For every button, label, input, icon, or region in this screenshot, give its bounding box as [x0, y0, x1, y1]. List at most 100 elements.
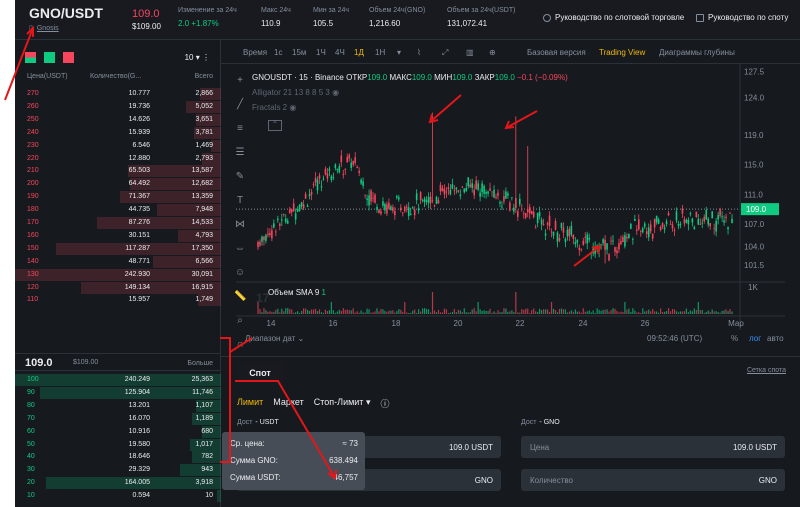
bid-row[interactable]: 70 16.070 1,189: [15, 412, 221, 425]
tf-1d[interactable]: 1Д: [354, 48, 364, 57]
bid-row[interactable]: 30 29.329 943: [15, 464, 221, 477]
tf-1w[interactable]: 1Н: [375, 48, 385, 57]
ask-row[interactable]: 130 242.930 30,091: [15, 268, 221, 281]
tab-stop-limit[interactable]: Стоп-Лимит ▾: [314, 397, 371, 410]
candle-body: [548, 215, 551, 226]
log-toggle[interactable]: лог: [749, 334, 761, 343]
row-total: 943: [201, 466, 213, 474]
eye-icon[interactable]: ◉: [332, 88, 339, 97]
volume-bar: [715, 311, 717, 314]
row-qty: 149.134: [124, 283, 150, 291]
fullscreen-icon[interactable]: ⤢: [442, 48, 448, 58]
ask-row[interactable]: 180 44.735 7,948: [15, 204, 221, 217]
auto-toggle[interactable]: авто: [767, 334, 784, 343]
candle-body: [725, 216, 727, 219]
sell-qty-field[interactable]: Количество GNO: [521, 469, 785, 491]
grid-spot-link[interactable]: Сетка спота: [747, 367, 786, 374]
row-total: 3,781: [195, 128, 213, 136]
add-icon[interactable]: ⊕: [489, 48, 496, 57]
eye-icon[interactable]: ◉: [289, 103, 296, 112]
volume-bar: [566, 312, 568, 314]
ask-row[interactable]: 190 71.367 13,359: [15, 191, 221, 204]
ask-row[interactable]: 250 14.626 3,651: [15, 113, 221, 126]
ask-row[interactable]: 230 6.546 1,469: [15, 139, 221, 152]
candle-body: [624, 235, 626, 247]
ask-row[interactable]: 170 87.276 14,533: [15, 217, 221, 229]
candle-body: [372, 197, 374, 199]
volume-bar: [267, 311, 269, 314]
last-price: 109.0: [132, 8, 160, 20]
info-icon[interactable]: ⓘ: [380, 397, 389, 410]
candle-body: [267, 233, 269, 235]
ohlc-legend: GNOUSDT · 15 · Binance ОТКР109.0 МАКС109…: [252, 73, 568, 82]
tf-1s[interactable]: 1с: [274, 48, 282, 57]
collapse-legend-button[interactable]: ⌃: [268, 120, 282, 131]
pair-title[interactable]: GNO/USDT: [29, 5, 103, 21]
tf-more-chevron-icon[interactable]: ▾: [397, 48, 401, 57]
view-both-icon[interactable]: [25, 52, 36, 63]
more-icon[interactable]: ⋮: [202, 53, 210, 62]
volume-bar: [404, 302, 406, 314]
bid-row[interactable]: 20 164.005 3,918: [15, 477, 221, 490]
view-depth[interactable]: Диаграммы глубины: [659, 48, 735, 57]
candle-body: [443, 188, 446, 195]
bid-row[interactable]: 40 18.646 782: [15, 451, 221, 464]
tab-limit[interactable]: Лимит: [237, 397, 263, 410]
sell-price-field[interactable]: Цена 109.0 USDT: [521, 436, 785, 458]
row-qty: 18.646: [128, 453, 150, 461]
ask-row[interactable]: 160 30.151 4,793: [15, 229, 221, 242]
ask-row[interactable]: 270 10.777 2,866: [15, 88, 221, 100]
tab-spot[interactable]: Спот: [237, 363, 283, 383]
more-link[interactable]: Больше: [187, 360, 213, 367]
tf-15m[interactable]: 15м: [292, 48, 306, 57]
bid-row[interactable]: 90 125.904 11,746: [15, 386, 221, 399]
candle-body: [320, 186, 323, 188]
ask-row[interactable]: 260 19.736 5,052: [15, 100, 221, 113]
ask-row[interactable]: 110 15.957 1,749: [15, 294, 221, 307]
candle-body: [546, 223, 549, 225]
bid-row[interactable]: 80 13.201 1,107: [15, 399, 221, 412]
volume-bar: [433, 310, 436, 314]
bid-row[interactable]: 60 10.916 680: [15, 425, 221, 438]
precision-select[interactable]: 10 ▾ ⋮: [185, 53, 210, 62]
date-range-button[interactable]: Диапазон дат ⌄: [245, 334, 304, 343]
candle-body: [612, 240, 614, 242]
row-price: 150: [27, 244, 39, 252]
volume-bar: [598, 309, 600, 314]
candle-body: [288, 209, 291, 214]
bid-row[interactable]: 10 0.594 10: [15, 490, 221, 503]
bid-row[interactable]: 100 240.249 25,363: [15, 374, 221, 386]
ask-row[interactable]: 120 149.134 16,915: [15, 281, 221, 294]
guide-spot-link[interactable]: Руководство по слотовой торговле: [543, 13, 684, 22]
tab-market[interactable]: Маркет: [273, 397, 303, 410]
volume-bar: [386, 311, 388, 314]
view-asks-icon[interactable]: [63, 52, 74, 63]
view-basic[interactable]: Базовая версия: [527, 48, 586, 57]
view-tradingview[interactable]: Trading View: [599, 48, 645, 57]
tf-4h[interactable]: 4Ч: [335, 48, 345, 57]
ask-row[interactable]: 200 64.492 12,682: [15, 178, 221, 191]
project-link[interactable]: Gnosis: [37, 25, 59, 32]
indicators-icon[interactable]: ⌇: [417, 48, 421, 57]
indicator-alligator[interactable]: Alligator 21 13 8 8 5 3 ◉: [252, 88, 339, 97]
volume-bar: [281, 308, 283, 314]
view-bids-icon[interactable]: [44, 52, 55, 63]
indicator-fractals[interactable]: Fractals 2 ◉: [252, 103, 296, 112]
candle-body: [263, 236, 265, 241]
candle-body: [350, 162, 353, 168]
chart-type-icon[interactable]: ▥: [466, 48, 474, 57]
percent-toggle[interactable]: %: [731, 334, 738, 343]
guide-video-link[interactable]: Руководство по споту: [696, 13, 788, 22]
row-price: 120: [27, 283, 39, 291]
tf-1h[interactable]: 1Ч: [316, 48, 326, 57]
ask-row[interactable]: 140 48.771 6,566: [15, 255, 221, 268]
row-total: 13,359: [191, 193, 213, 201]
ask-row[interactable]: 240 15.939 3,781: [15, 126, 221, 139]
row-total: 11,746: [192, 388, 213, 396]
volume-bar: [658, 312, 660, 314]
ask-row[interactable]: 220 12.880 2,793: [15, 152, 221, 165]
ask-row[interactable]: 150 117.287 17,350: [15, 242, 221, 255]
ask-row[interactable]: 210 65.503 13,587: [15, 165, 221, 178]
tf-time[interactable]: Время: [243, 48, 267, 57]
bid-row[interactable]: 50 19.580 1,017: [15, 438, 221, 451]
